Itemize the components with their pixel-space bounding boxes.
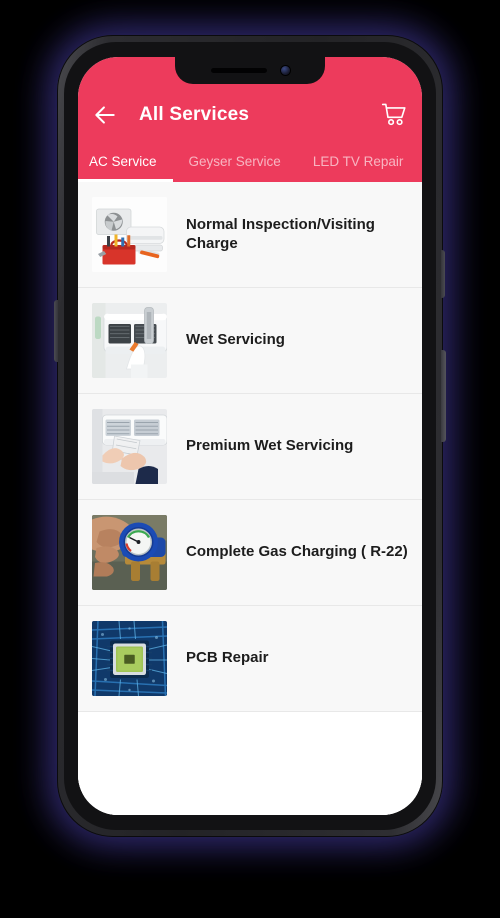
service-name: Normal Inspection/Visiting Charge [186,215,375,252]
screenshot-stage: All Services AC Service Geyser Service L… [0,0,500,918]
tab-ac-service[interactable]: AC Service [78,140,173,182]
refrigerant-gauge-manifold-image [92,515,167,590]
service-name: Complete Gas Charging ( R-22) [186,543,408,561]
list-item[interactable]: Wet Servicing [78,288,422,394]
circuit-board-chip-image [92,621,167,696]
page-title: All Services [139,104,250,125]
list-empty-space [78,712,422,815]
ac-filter-removal-image [92,409,167,484]
app-bar-row: All Services [78,90,422,140]
service-name: Wet Servicing [186,331,285,349]
service-list-pane: Normal Inspection/Visiting Charge Wet Se… [78,182,422,712]
ac-units-with-toolbox-image [92,197,167,272]
tab-led-tv-repair[interactable]: LED TV Repair [297,140,420,182]
volume-button[interactable] [54,300,58,362]
service-name: PCB Repair [186,649,269,667]
service-category-tabs[interactable]: AC Service Geyser Service LED TV Repair … [78,140,422,182]
tab-label: Geyser Service [188,153,281,169]
front-camera-icon [280,66,290,75]
tab-label: AC Service [89,153,157,169]
service-list[interactable]: Normal Inspection/Visiting Charge Wet Se… [78,182,422,815]
tab-geyser-service[interactable]: Geyser Service [173,140,297,182]
shopping-cart-icon[interactable] [380,101,408,129]
arrow-left-icon[interactable] [92,102,118,128]
split-ac-cleaning-image [92,303,167,378]
list-item[interactable]: Complete Gas Charging ( R-22) [78,500,422,606]
earpiece-speaker [210,68,267,73]
phone-screen: All Services AC Service Geyser Service L… [78,57,422,815]
list-item[interactable]: Premium Wet Servicing [78,394,422,500]
power-button[interactable] [441,350,446,442]
service-name: Premium Wet Servicing [186,437,354,455]
tab-label: LED TV Repair [312,153,404,169]
list-item[interactable]: Normal Inspection/Visiting Charge [78,182,422,288]
side-button-secondary[interactable] [441,250,445,298]
device-notch [175,57,325,84]
list-item[interactable]: PCB Repair [78,606,422,712]
tab-washing-machine[interactable]: Was [419,140,422,182]
